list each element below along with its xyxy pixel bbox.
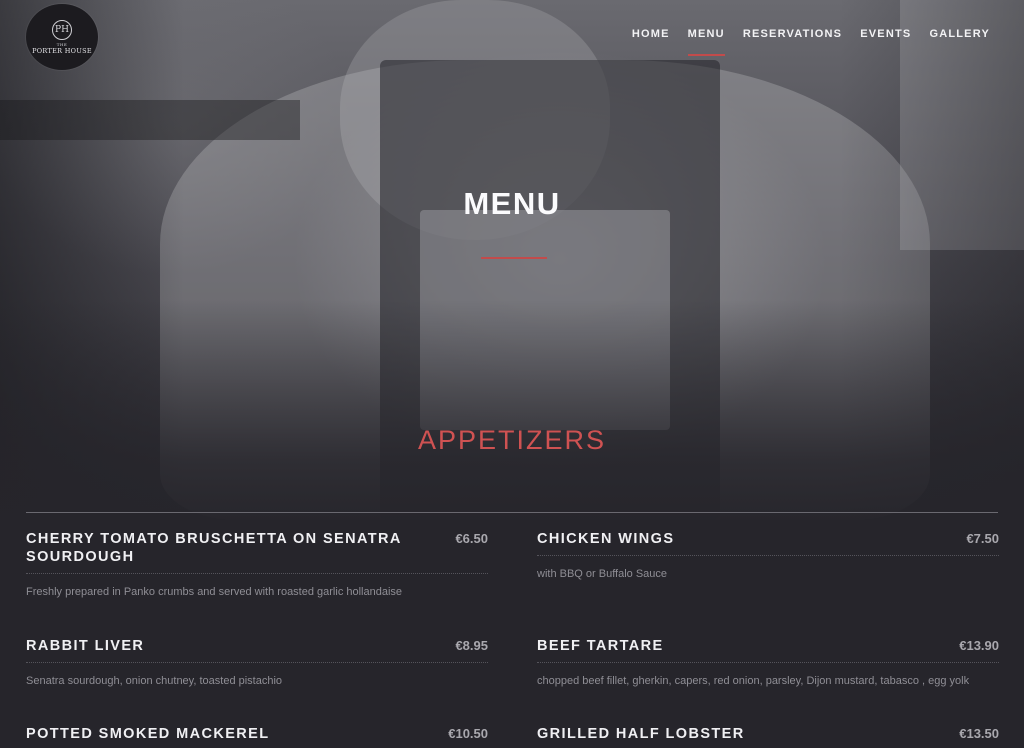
page-title-underline: [481, 257, 547, 259]
nav-item-home[interactable]: HOME: [632, 26, 670, 56]
logo-name: PORTER HOUSE: [32, 46, 92, 55]
nav-item-events[interactable]: EVENTS: [860, 26, 911, 56]
brand-logo[interactable]: PH THE PORTER HOUSE: [26, 4, 98, 70]
menu-item-description: with BBQ or Buffalo Sauce: [537, 568, 668, 580]
menu-item-name: CHICKEN WINGS: [537, 531, 675, 547]
menu-item-price: €8.95: [455, 638, 488, 653]
hero-fade: [0, 300, 1024, 530]
page-title: MENU: [463, 186, 561, 221]
menu-item-name: RABBIT LIVER: [26, 638, 145, 654]
menu-item-description: Senatra sourdough, onion chutney, toaste…: [26, 675, 283, 687]
section-title-appetizers: APPETIZERS: [417, 425, 607, 455]
menu-item: BEEF TARTARE €13.90 chopped beef fillet,…: [537, 637, 999, 688]
main-navigation: HOME MENU RESERVATIONS EVENTS GALLERY: [632, 26, 990, 56]
menu-item-description: Freshly prepared in Panko crumbs and ser…: [26, 586, 403, 598]
menu-item-price: €10.50: [448, 726, 488, 741]
logo-monogram: PH: [52, 19, 72, 40]
menu-item: CHICKEN WINGS €7.50 with BBQ or Buffalo …: [537, 530, 999, 581]
menu-item-name: POTTED SMOKED MACKEREL: [26, 726, 270, 742]
menu-item-price: €7.50: [966, 531, 999, 546]
menu-item-description: chopped beef fillet, gherkin, capers, re…: [537, 675, 970, 687]
menu-item-price: €13.90: [959, 638, 999, 653]
nav-item-menu[interactable]: MENU: [687, 26, 726, 56]
menu-item-price: €6.50: [455, 531, 488, 546]
menu-item-divider: [537, 662, 999, 663]
menu-item: GRILLED HALF LOBSTER €13.50: [537, 725, 999, 743]
menu-item-divider: [537, 555, 999, 556]
menu-item-name: BEEF TARTARE: [537, 638, 664, 654]
menu-item-divider: [26, 662, 488, 663]
nav-item-reservations[interactable]: RESERVATIONS: [743, 26, 842, 56]
section-divider: [26, 512, 998, 513]
nav-item-gallery[interactable]: GALLERY: [929, 26, 990, 56]
menu-item-name: GRILLED HALF LOBSTER: [537, 726, 745, 742]
menu-item: CHERRY TOMATO BRUSCHETTA ON SENATRA SOUR…: [26, 530, 488, 599]
menu-item-divider: [26, 573, 488, 574]
menu-item-name: CHERRY TOMATO BRUSCHETTA ON SENATRA SOUR…: [26, 531, 402, 565]
menu-item-price: €13.50: [959, 726, 999, 741]
menu-item: POTTED SMOKED MACKEREL €10.50: [26, 725, 488, 743]
menu-item: RABBIT LIVER €8.95 Senatra sourdough, on…: [26, 637, 488, 688]
